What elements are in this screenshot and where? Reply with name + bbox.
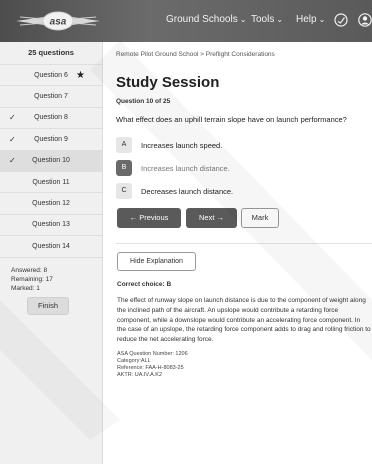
sidebar-item-label: Question 8 — [34, 114, 68, 122]
sidebar-item-label: Question 12 — [32, 200, 70, 208]
asa-logo[interactable]: asa — [14, 10, 102, 32]
sidebar-item-label: Question 6 — [34, 71, 68, 79]
top-navbar: asa Ground Schools ⌄ Tools ⌄ Help ⌄ — [0, 0, 372, 42]
check-icon: ✓ — [9, 113, 16, 123]
check-icon: ✓ — [9, 134, 16, 144]
chevron-down-icon: ⌄ — [276, 15, 284, 24]
answered-count: Answered: 8 — [11, 266, 48, 274]
option-letter: B — [116, 160, 132, 176]
next-button[interactable]: Next → — [186, 208, 237, 228]
asa-question-number: ASA Question Number: 1206 — [117, 351, 188, 357]
sidebar-item-label: Question 10 — [32, 157, 70, 165]
correct-choice: Correct choice: B — [117, 281, 172, 288]
sidebar-item-question-13[interactable]: Question 13 — [0, 213, 102, 235]
sidebar-item-label: Question 9 — [34, 135, 68, 143]
logo-text: asa — [50, 17, 67, 28]
answer-option-a[interactable]: A Increases launch speed. — [116, 137, 222, 153]
sidebar-item-label: Question 14 — [32, 242, 70, 250]
divider — [116, 243, 372, 244]
sidebar-item-question-14[interactable]: Question 14 — [0, 235, 102, 256]
sidebar-item-question-7[interactable]: Question 7 — [0, 85, 102, 106]
user-icon[interactable] — [358, 13, 372, 27]
option-text: Decreases launch distance. — [141, 186, 234, 196]
aktr-code: AKTR: UA.IV.A.K2 — [117, 372, 163, 378]
sidebar-item-label: Question 11 — [32, 178, 70, 186]
page-title: Study Session — [116, 74, 220, 91]
question-number: Question 10 of 25 — [116, 98, 171, 105]
nav-tools-label: Tools — [251, 14, 275, 25]
chevron-down-icon: ⌄ — [239, 15, 247, 24]
sidebar-item-question-6[interactable]: Question 6 ★ — [0, 64, 102, 85]
reference: Reference: FAA-H-8083-25 — [117, 365, 184, 371]
remaining-count: Remaining: 17 — [11, 275, 53, 283]
progress-stats: Answered: 8 Remaining: 17 Marked: 1 — [0, 256, 102, 293]
sidebar-item-question-12[interactable]: Question 12 — [0, 192, 102, 213]
question-count: 25 questions — [0, 42, 102, 64]
category: Category:ALL — [117, 358, 151, 364]
study-session-panel: Remote Pilot Ground School > Preflight C… — [103, 42, 372, 464]
finish-button[interactable]: Finish — [27, 297, 69, 315]
option-letter: A — [116, 137, 132, 153]
nav-ground-schools-label: Ground Schools — [166, 14, 238, 25]
sidebar-item-question-11[interactable]: Question 11 — [0, 170, 102, 192]
sidebar-item-question-8[interactable]: ✓ Question 8 — [0, 106, 102, 128]
mark-button[interactable]: Mark — [241, 208, 279, 228]
question-metadata: ASA Question Number: 1206 Category:ALL R… — [117, 351, 188, 379]
sidebar-item-label: Question 7 — [34, 93, 68, 101]
sidebar-item-label: Question 13 — [32, 221, 70, 229]
star-icon: ★ — [76, 69, 85, 81]
nav-tools[interactable]: Tools ⌄ — [251, 14, 283, 25]
marked-count: Marked: 1 — [11, 284, 40, 292]
check-icon: ✓ — [9, 156, 16, 166]
breadcrumb[interactable]: Remote Pilot Ground School > Preflight C… — [116, 51, 275, 58]
option-text: Increases launch distance. — [141, 163, 230, 173]
chevron-down-icon: ⌄ — [318, 15, 326, 24]
gauge-icon[interactable] — [334, 13, 348, 27]
hide-explanation-button[interactable]: Hide Explanation — [117, 252, 196, 271]
explanation-text: The effect of runway slope on launch dis… — [117, 297, 371, 344]
sidebar-item-question-9[interactable]: ✓ Question 9 — [0, 128, 102, 149]
sidebar-item-question-10[interactable]: ✓ Question 10 — [0, 149, 102, 171]
option-letter: C — [116, 183, 132, 199]
nav-ground-schools[interactable]: Ground Schools ⌄ — [166, 14, 246, 25]
answer-option-b[interactable]: B Increases launch distance. — [116, 160, 230, 176]
nav-help[interactable]: Help ⌄ — [296, 14, 325, 25]
question-text: What effect does an uphill terrain slope… — [116, 115, 347, 124]
question-sidebar: 25 questions Question 6 ★ Question 7 ✓ Q… — [0, 42, 103, 464]
option-text: Increases launch speed. — [141, 140, 223, 150]
previous-button[interactable]: ← Previous — [117, 208, 181, 228]
answer-option-c[interactable]: C Decreases launch distance. — [116, 183, 233, 199]
nav-help-label: Help — [296, 14, 317, 25]
